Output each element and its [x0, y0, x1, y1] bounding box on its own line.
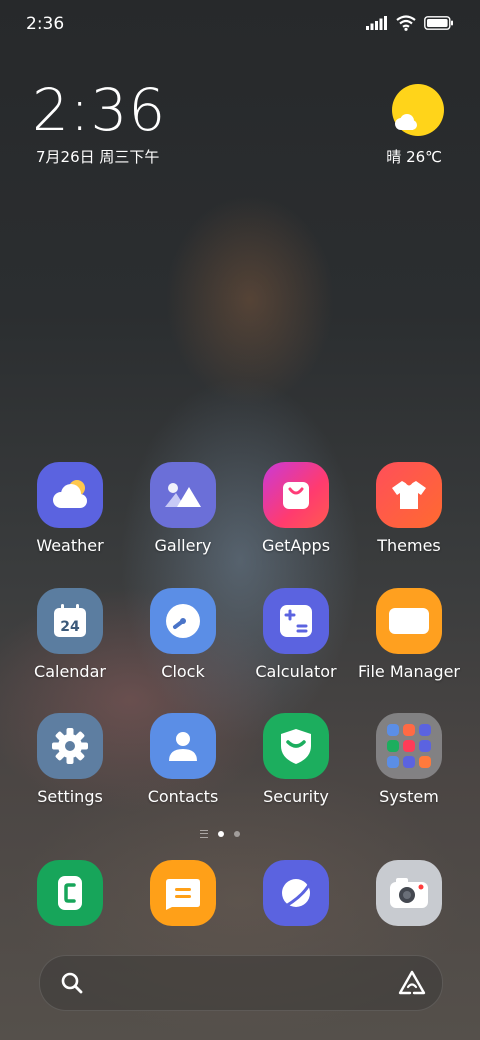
message-icon — [150, 860, 216, 926]
app-label: System — [379, 787, 439, 806]
weather-icon — [37, 462, 103, 528]
app-getapps[interactable]: GetApps — [240, 462, 352, 555]
app-security[interactable]: Security — [240, 713, 352, 806]
wifi-icon — [396, 15, 416, 31]
calendar-icon: 24 — [37, 588, 103, 654]
page-dot-2[interactable] — [234, 831, 240, 837]
app-label: Contacts — [147, 787, 219, 806]
shield-icon — [263, 713, 329, 779]
dock-camera[interactable] — [353, 860, 465, 926]
phone-icon — [37, 860, 103, 926]
app-clock[interactable]: Clock — [127, 588, 239, 681]
signal-icon — [366, 16, 387, 30]
app-label: File Manager — [358, 662, 460, 681]
status-bar-time: 2:36 — [26, 14, 65, 34]
app-label: Clock — [161, 662, 205, 681]
search-icon — [61, 972, 83, 994]
contact-icon — [150, 713, 216, 779]
app-label: Calculator — [255, 662, 337, 681]
dock-browser[interactable] — [240, 860, 352, 926]
app-calendar[interactable]: 24 Calendar — [14, 588, 126, 681]
clock-widget-date: 7月26日 周三下午 — [36, 148, 160, 166]
search-bar[interactable] — [39, 955, 443, 1011]
clock-widget-time[interactable]: 2:36 — [32, 76, 166, 144]
app-label: Security — [263, 787, 329, 806]
app-file-manager[interactable]: File Manager — [353, 588, 465, 681]
app-calculator[interactable]: Calculator — [240, 588, 352, 681]
app-label: Themes — [377, 536, 441, 555]
app-settings[interactable]: Settings — [14, 713, 126, 806]
app-label: Weather — [36, 536, 104, 555]
planet-icon — [263, 860, 329, 926]
page-indicator[interactable] — [200, 830, 240, 838]
gear-icon — [37, 713, 103, 779]
app-drawer-indicator-icon[interactable] — [200, 830, 208, 838]
weather-widget-text: 晴 26℃ — [386, 148, 442, 166]
dock-phone[interactable] — [14, 860, 126, 926]
page-dot-1[interactable] — [218, 831, 224, 837]
dock-messages[interactable] — [127, 860, 239, 926]
folder-icon — [376, 588, 442, 654]
cloud-icon — [395, 114, 417, 130]
app-label: Settings — [37, 787, 103, 806]
app-contacts[interactable]: Contacts — [127, 713, 239, 806]
tshirt-icon — [376, 462, 442, 528]
assistant-icon[interactable] — [398, 970, 426, 996]
app-label: GetApps — [261, 536, 331, 555]
shopping-bag-icon — [263, 462, 329, 528]
clock-icon — [150, 588, 216, 654]
app-themes[interactable]: Themes — [353, 462, 465, 555]
folder-grid-icon — [376, 713, 442, 779]
app-system-folder[interactable]: System — [353, 713, 465, 806]
status-bar-icons — [366, 15, 454, 31]
calendar-badge: 24 — [60, 619, 80, 635]
calculator-icon — [263, 588, 329, 654]
battery-icon — [424, 16, 453, 30]
app-label: Calendar — [34, 662, 106, 681]
app-weather[interactable]: Weather — [14, 462, 126, 555]
app-gallery[interactable]: Gallery — [127, 462, 239, 555]
app-label: Gallery — [154, 536, 212, 555]
camera-icon — [376, 860, 442, 926]
gallery-icon — [150, 462, 216, 528]
